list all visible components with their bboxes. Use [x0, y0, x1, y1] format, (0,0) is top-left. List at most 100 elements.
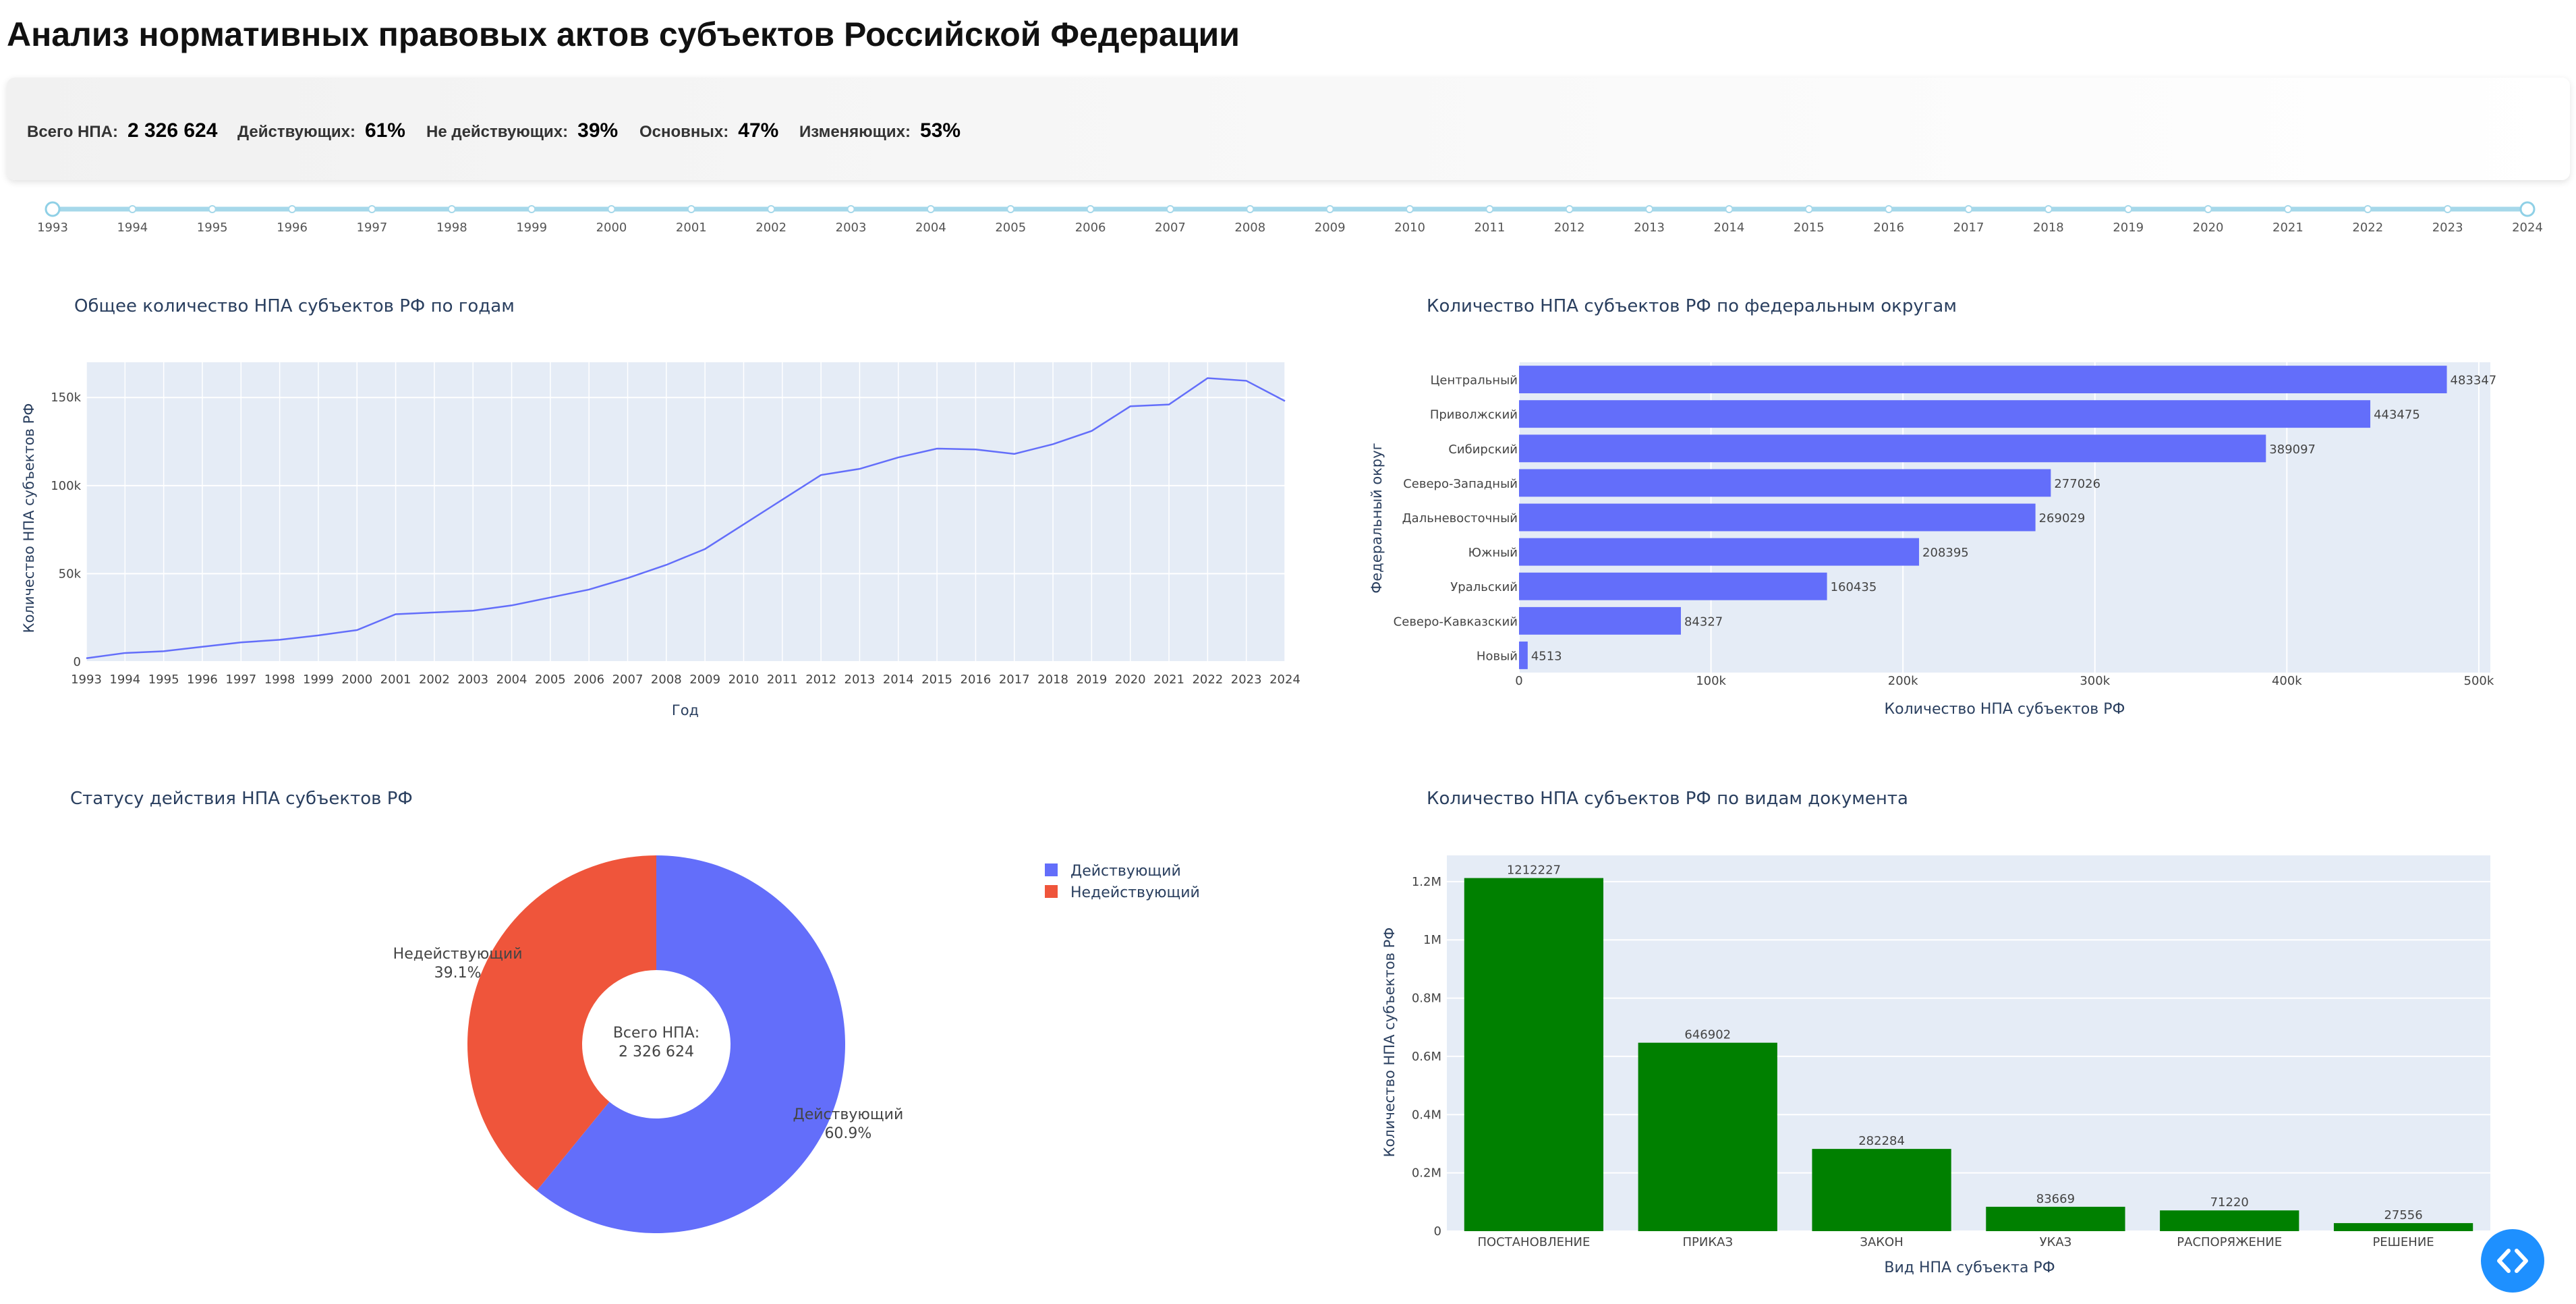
slider-mark-dot — [767, 205, 776, 213]
slider-mark-label: 2014 — [1714, 221, 1745, 235]
y-category-label: Дальневосточный — [1402, 511, 1518, 526]
x-category-label: РАСПОРЯЖЕНИЕ — [2177, 1235, 2282, 1249]
slider-handle[interactable] — [2519, 201, 2536, 217]
slider-mark-label: 2019 — [2113, 221, 2144, 235]
slice-label: Действующий — [793, 1106, 904, 1123]
y-tick-label: 0.6M — [1412, 1050, 1441, 1064]
x-tick-label: 400k — [2272, 674, 2302, 688]
x-tick-label: 2016 — [961, 673, 992, 687]
bar-value-label: 443475 — [2374, 408, 2420, 422]
slice-percent-label: 60.9% — [824, 1125, 871, 1142]
chart-title: Общее количество НПА субъектов РФ по год… — [74, 296, 515, 316]
x-tick-label: 1997 — [225, 673, 256, 687]
bar[interactable] — [1519, 538, 1920, 566]
slider-mark-label: 2007 — [1155, 221, 1186, 235]
bar-value-label: 1212227 — [1507, 863, 1561, 878]
slider-mark-dot — [447, 205, 456, 213]
slider-mark-dot — [128, 205, 137, 213]
legend-label[interactable]: Недействующий — [1070, 884, 1200, 901]
district-chart-panel: Количество НПА субъектов РФ по федеральн… — [1369, 296, 2496, 718]
slider-mark-label: 1993 — [37, 221, 68, 235]
year-range-slider[interactable]: 1993 1994 1995 1996 1997 1998 1999 2000 2001 2002… — [37, 201, 2543, 235]
y-axis-title: Количество НПА субъектов РФ — [1381, 928, 1398, 1158]
slice-label: Недействующий — [393, 946, 523, 963]
x-tick-label: 2008 — [651, 673, 682, 687]
slider-mark-dot — [1246, 205, 1255, 213]
x-tick-label: 1995 — [148, 673, 179, 687]
bar[interactable] — [1519, 642, 1528, 669]
x-tick-label: 2003 — [457, 673, 488, 687]
slider-mark-label: 2018 — [2033, 221, 2064, 235]
x-tick-label: 2013 — [845, 673, 876, 687]
slider-mark-dot — [607, 205, 616, 213]
y-tick-label: 0.4M — [1412, 1108, 1441, 1122]
x-tick-label: 2005 — [535, 673, 566, 687]
slider-mark-label: 2012 — [1554, 221, 1585, 235]
legend-label[interactable]: Действующий — [1070, 863, 1181, 880]
bar[interactable] — [1812, 1149, 1951, 1231]
x-tick-label: 1994 — [109, 673, 140, 687]
bar-value-label: 282284 — [1858, 1134, 1905, 1148]
bar[interactable] — [1519, 606, 1681, 635]
x-tick-label: 2012 — [805, 673, 836, 687]
x-tick-label: 2018 — [1037, 673, 1068, 687]
x-tick-label: 2004 — [496, 673, 527, 687]
status-donut-chart: Действующий 60.9% Недействующий 39.1% Всего … — [393, 855, 904, 1233]
line-chart-panel: Общее количество НПА субъектов РФ по год… — [21, 296, 1300, 718]
slider-handle[interactable] — [45, 201, 61, 217]
slider-mark-label: 2016 — [1873, 221, 1904, 235]
bar[interactable] — [1519, 434, 2266, 463]
slider-mark-label: 2004 — [915, 221, 946, 235]
slider-mark-dot — [1885, 205, 1893, 213]
bar[interactable] — [1519, 469, 2051, 497]
bar-value-label: 71220 — [2210, 1195, 2249, 1210]
bar[interactable] — [1464, 878, 1604, 1231]
bar[interactable] — [2160, 1210, 2299, 1231]
bar-value-label: 4513 — [1531, 649, 1562, 663]
slider-mark-label: 2013 — [1634, 221, 1665, 235]
slider-mark-label: 2002 — [755, 221, 786, 235]
x-tick-label: 2015 — [921, 673, 952, 687]
donut-center-label: Всего НПА: — [613, 1025, 699, 1042]
bar-value-label: 277026 — [2054, 477, 2100, 491]
slider-mark-label: 2021 — [2272, 221, 2303, 235]
x-tick-label: 2002 — [419, 673, 450, 687]
bar[interactable] — [1519, 503, 2036, 532]
bar-value-label: 83669 — [2036, 1192, 2075, 1206]
slider-mark-dot — [926, 205, 935, 213]
bar[interactable] — [2333, 1223, 2473, 1231]
x-tick-label: 2022 — [1192, 673, 1223, 687]
x-tick-label: 1998 — [264, 673, 295, 687]
y-axis-title: Количество НПА субъектов РФ — [21, 403, 37, 633]
y-tick-label: 150k — [51, 391, 81, 405]
slider-mark-dot — [687, 205, 695, 213]
x-tick-label: 1999 — [303, 673, 334, 687]
slider-mark-label: 2023 — [2432, 221, 2463, 235]
doctype-chart-panel: Количество НПА субъектов РФ по видам док… — [1381, 789, 2490, 1276]
code-toggle-button[interactable] — [2481, 1229, 2544, 1293]
slider-mark-label: 2001 — [676, 221, 707, 235]
bar[interactable] — [1519, 400, 2371, 428]
slider-mark-label: 2015 — [1794, 221, 1825, 235]
slider-mark-dot — [1485, 205, 1494, 213]
bar[interactable] — [1519, 572, 1827, 600]
slider-mark-label: 2024 — [2512, 221, 2543, 235]
slider-mark-dot — [1406, 205, 1414, 213]
y-tick-label: 0 — [1434, 1224, 1441, 1239]
y-category-label: Северо-Западный — [1403, 477, 1518, 491]
legend-swatch — [1045, 885, 1058, 898]
x-tick-label: 0 — [1515, 674, 1522, 688]
slider-mark-dot — [368, 205, 376, 213]
x-tick-label: 2024 — [1269, 673, 1300, 687]
bar[interactable] — [1638, 1042, 1777, 1231]
bar[interactable] — [1986, 1206, 2125, 1231]
y-tick-label: 0.2M — [1412, 1166, 1441, 1181]
x-tick-label: 2019 — [1076, 673, 1107, 687]
bar[interactable] — [1519, 366, 2447, 393]
slider-mark-dot — [2443, 205, 2452, 213]
y-category-label: Уральский — [1450, 580, 1518, 594]
slider-mark-label: 2005 — [995, 221, 1026, 235]
x-category-label: РЕШЕНИЕ — [2372, 1235, 2434, 1249]
bar-value-label: 208395 — [1922, 546, 1969, 560]
y-axis-title: Федеральный округ — [1369, 443, 1385, 593]
